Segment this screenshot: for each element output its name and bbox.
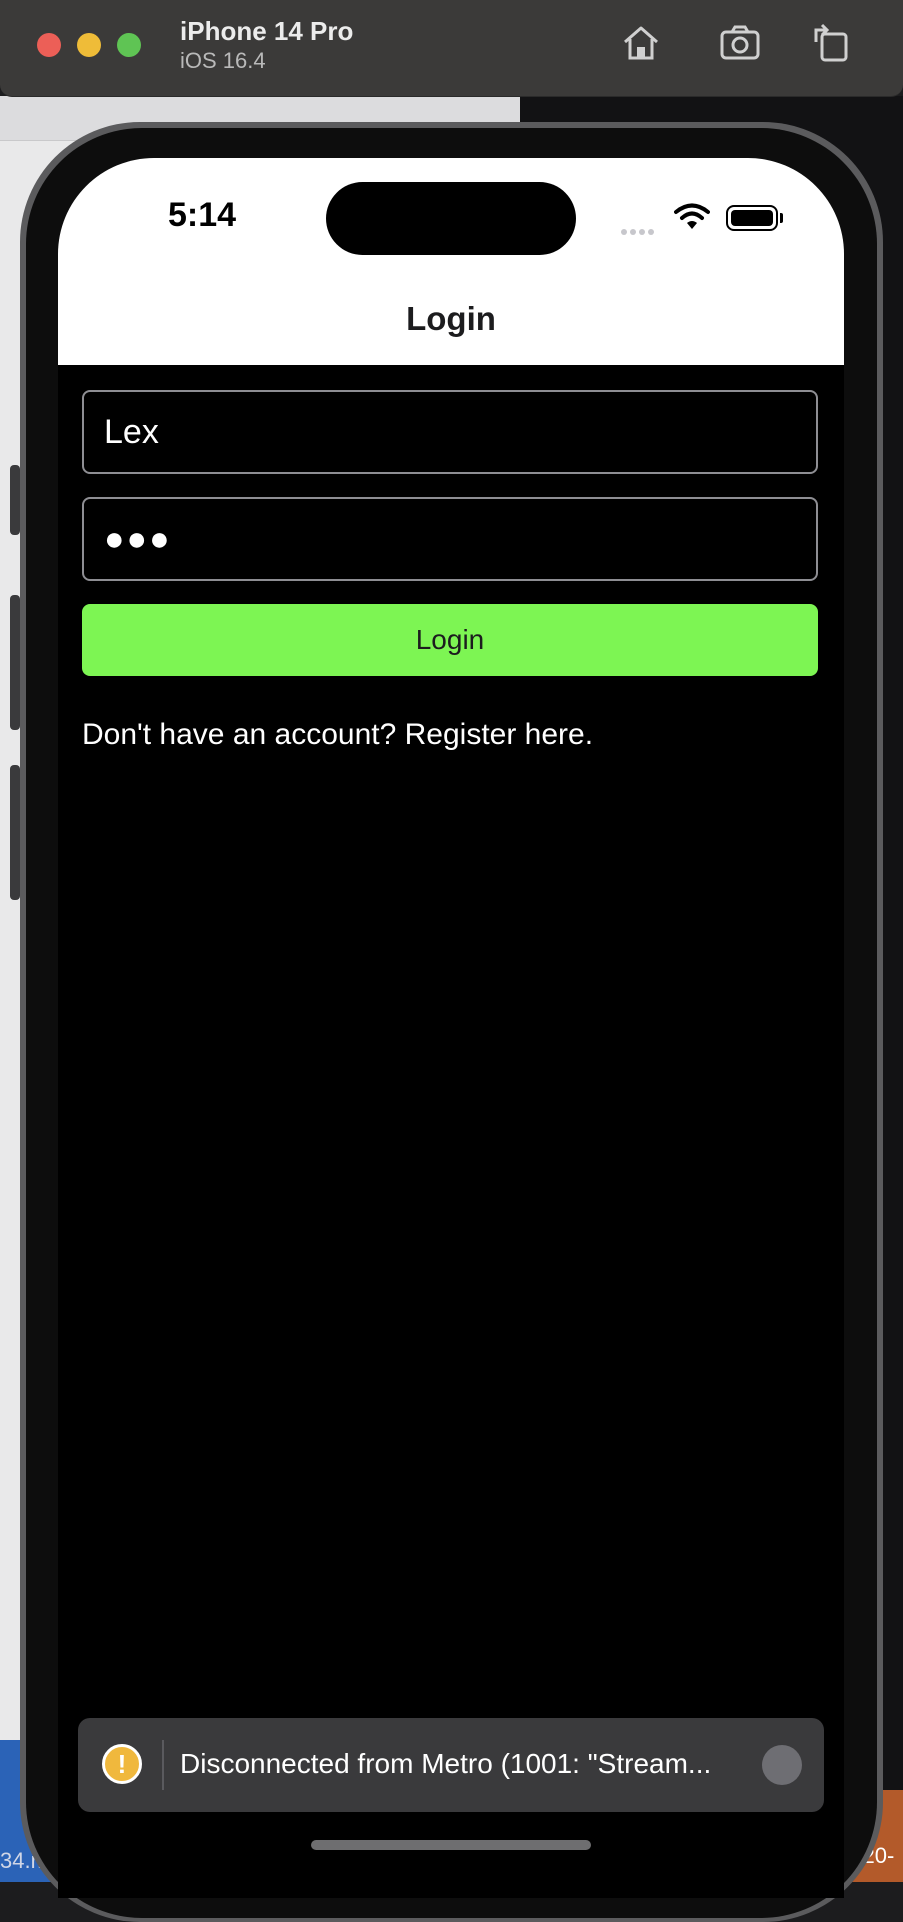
dynamic-island: [326, 182, 576, 255]
phone-action-button[interactable]: [10, 465, 20, 535]
navigation-header: 5:14 Login: [58, 158, 844, 365]
username-input[interactable]: Lex: [82, 390, 818, 474]
login-button[interactable]: Login: [82, 604, 818, 676]
cellular-signal-icon: [621, 222, 657, 240]
warning-icon: !: [102, 1744, 142, 1784]
simulator-title-bar: iPhone 14 Pro iOS 16.4: [0, 0, 903, 97]
minimize-window-button[interactable]: [77, 33, 101, 57]
password-input[interactable]: ●●●: [82, 497, 818, 581]
zoom-window-button[interactable]: [117, 33, 141, 57]
screenshot-camera-icon[interactable]: [718, 20, 764, 66]
rotate-icon[interactable]: [808, 20, 854, 66]
register-link[interactable]: Don't have an account? Register here.: [82, 718, 593, 752]
status-time: 5:14: [168, 196, 237, 234]
phone-screen: 5:14 Login Lex ●●● Login Don't have an a…: [58, 158, 844, 1898]
phone-volume-up-button[interactable]: [10, 595, 20, 730]
phone-volume-down-button[interactable]: [10, 765, 20, 900]
toast-dismiss-button[interactable]: [762, 1745, 802, 1785]
home-indicator[interactable]: [311, 1840, 591, 1850]
battery-icon: [726, 205, 778, 231]
battery-nub: [780, 213, 783, 223]
toast-divider: [162, 1740, 164, 1790]
home-icon[interactable]: [618, 20, 664, 66]
page-title: Login: [406, 300, 496, 337]
metro-disconnected-toast[interactable]: ! Disconnected from Metro (1001: "Stream…: [78, 1718, 824, 1812]
close-window-button[interactable]: [37, 33, 61, 57]
toast-message: Disconnected from Metro (1001: "Stream..…: [180, 1748, 712, 1779]
device-name: iPhone 14 Pro: [180, 16, 354, 46]
wifi-icon: [674, 202, 710, 232]
device-os-version: iOS 16.4: [180, 48, 266, 73]
